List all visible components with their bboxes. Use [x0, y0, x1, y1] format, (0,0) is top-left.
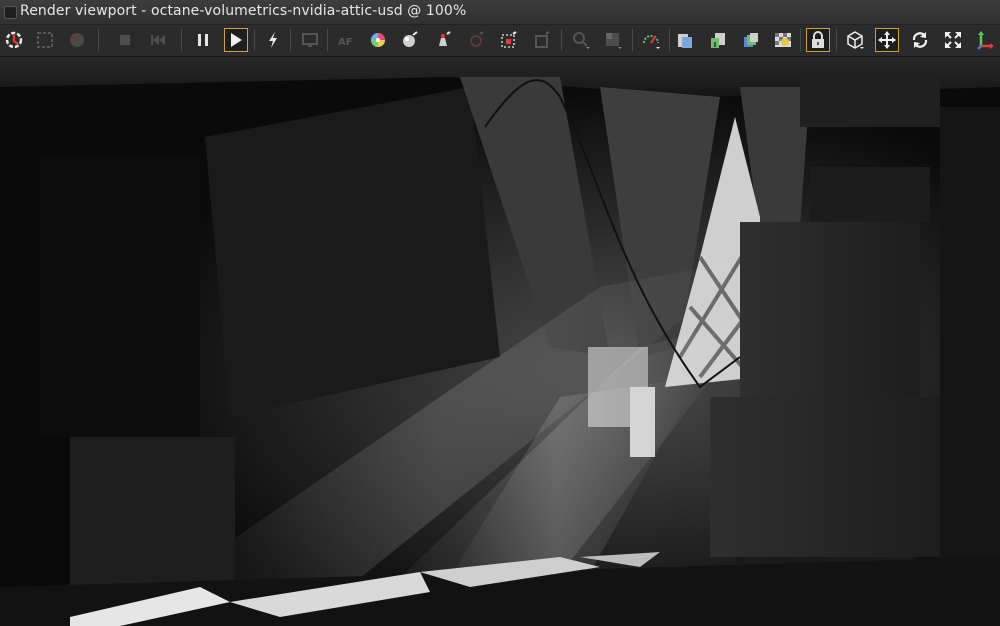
alpha-channel-icon[interactable]: [771, 28, 795, 52]
light-picker-icon[interactable]: [464, 28, 488, 52]
background-icon[interactable]: [601, 28, 625, 52]
toolbar-separator: [800, 29, 801, 51]
material-picker-icon[interactable]: [398, 28, 422, 52]
pause-render-icon[interactable]: [191, 28, 215, 52]
film-region-icon[interactable]: [65, 28, 89, 52]
toolbar-separator: [669, 29, 670, 51]
stop-render-icon[interactable]: [113, 28, 137, 52]
window-titlebar: Render viewport - octane-volumetrics-nvi…: [0, 0, 1000, 25]
translate-gizmo-icon[interactable]: [875, 28, 899, 52]
toolbar-separator: [561, 29, 562, 51]
toolbar-separator: [632, 29, 633, 51]
lock-viewport-icon[interactable]: [806, 28, 830, 52]
camera-target-picker-icon[interactable]: [530, 28, 554, 52]
display-settings-icon[interactable]: [298, 28, 322, 52]
rotate-gizmo-icon[interactable]: [908, 28, 932, 52]
start-render-icon[interactable]: [224, 28, 248, 52]
render-image: [0, 57, 1000, 626]
toolbar-separator: [290, 29, 291, 51]
toolbar-separator: [836, 29, 837, 51]
autofocus-icon[interactable]: AF: [334, 28, 358, 52]
render-viewport[interactable]: [0, 57, 1000, 626]
white-balance-icon[interactable]: [366, 28, 390, 52]
window-close-button[interactable]: [4, 6, 17, 19]
export-passes-icon[interactable]: [739, 28, 763, 52]
window-title: Render viewport - octane-volumetrics-nvi…: [20, 3, 467, 19]
toolbar-separator: [181, 29, 182, 51]
region-render-icon[interactable]: [33, 28, 57, 52]
viewport-resolution-icon[interactable]: [569, 28, 593, 52]
render-priority-icon[interactable]: [639, 28, 663, 52]
save-render-icon[interactable]: [706, 28, 730, 52]
render-toolbar: AF: [0, 25, 1000, 57]
object-mode-icon[interactable]: [843, 28, 867, 52]
render-region-picker-icon[interactable]: [497, 28, 521, 52]
toolbar-separator: [98, 29, 99, 51]
reset-camera-icon[interactable]: [2, 28, 26, 52]
toolbar-separator: [327, 29, 328, 51]
world-axis-icon[interactable]: [973, 28, 997, 52]
toolbar-separator: [254, 29, 255, 51]
restart-render-icon[interactable]: [146, 28, 170, 52]
scale-gizmo-icon[interactable]: [941, 28, 965, 52]
object-picker-icon[interactable]: [431, 28, 455, 52]
fast-preview-icon[interactable]: [261, 28, 285, 52]
copy-to-clipboard-icon[interactable]: [673, 28, 697, 52]
svg-text:AF: AF: [338, 37, 353, 48]
